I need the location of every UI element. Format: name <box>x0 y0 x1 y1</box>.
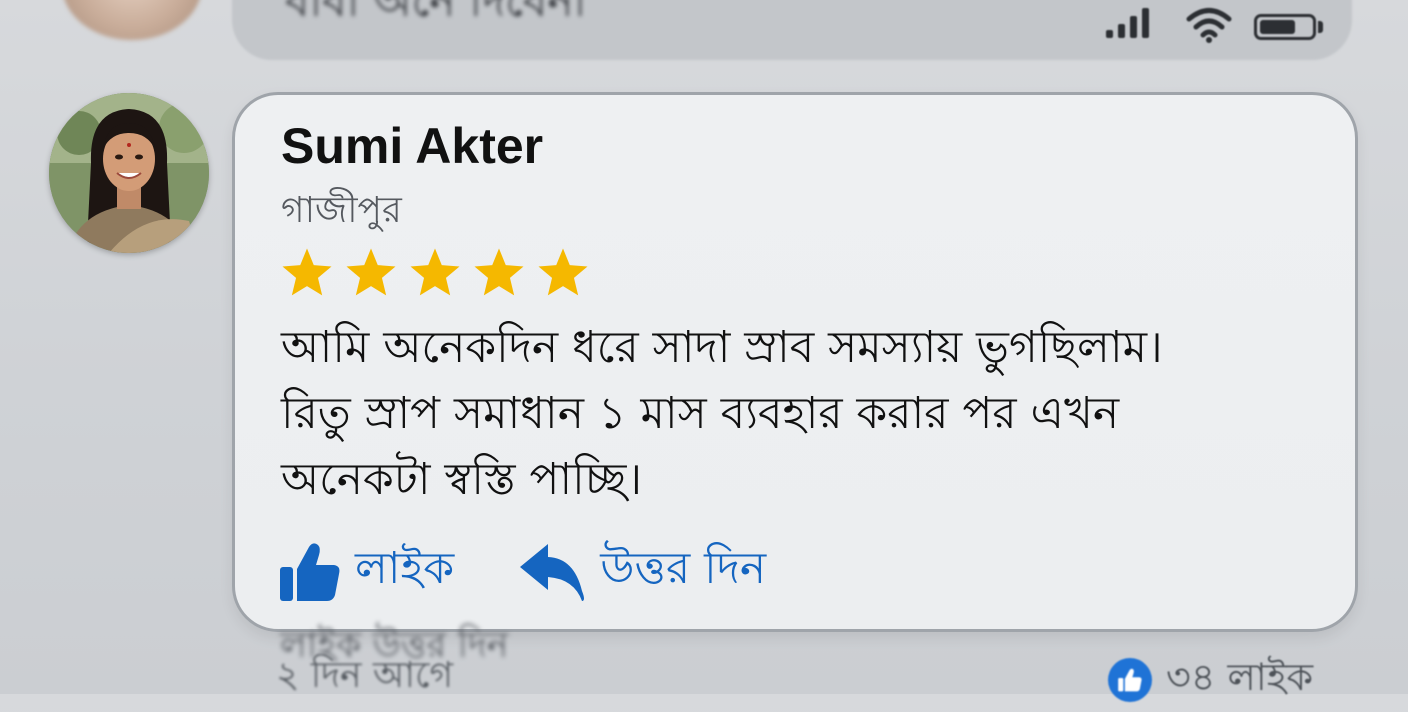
avatar[interactable] <box>49 93 209 253</box>
like-label: লাইক <box>355 543 455 594</box>
comment-actions: লাইক উত্তর দিন <box>277 535 766 608</box>
comment-card: Sumi Akter গাজীপুর আমি অনেকদিন ধরে সাদা … <box>232 92 1358 632</box>
like-badge-icon <box>1108 658 1152 702</box>
author-name[interactable]: Sumi Akter <box>281 117 543 175</box>
star-icon <box>346 248 396 296</box>
star-rating <box>279 245 591 301</box>
comment-text-line: অনেকটা স্বস্তি পাচ্ছি। <box>281 454 643 505</box>
comment-text-line: আমি অনেকদিন ধরে সাদা স্রাব সমস্যায় ভুগছ… <box>281 322 1163 373</box>
like-count[interactable]: ৩৪ লাইক <box>1108 648 1313 712</box>
star-icon <box>282 248 332 296</box>
like-count-text: ৩৪ লাইক <box>1166 655 1314 699</box>
author-location: গাজীপুর <box>281 190 402 231</box>
reply-arrow-icon <box>520 543 585 601</box>
star-icon <box>474 248 524 296</box>
thumbs-up-icon <box>280 542 340 601</box>
previous-comment-text: বাবা অনে দিবেনা <box>285 0 587 27</box>
battery-icon <box>1254 14 1316 40</box>
reply-button[interactable]: উত্তর দিন <box>516 535 766 608</box>
like-button[interactable]: লাইক <box>277 535 454 608</box>
timestamp: ২ দিন আগে <box>276 655 454 696</box>
wifi-icon <box>1186 8 1232 43</box>
avatar-photo <box>49 93 209 253</box>
comment-text-line: রিতু স্রাপ সমাধান ১ মাস ব্যবহার করার পর … <box>281 388 1120 439</box>
status-icons <box>1100 4 1340 44</box>
reply-label: উত্তর দিন <box>600 543 767 594</box>
comment-text: আমি অনেকদিন ধরে সাদা স্রাব সমস্যায় ভুগছ… <box>281 315 1331 513</box>
star-icon <box>410 248 460 296</box>
previous-avatar <box>62 0 202 40</box>
star-icon <box>538 248 588 296</box>
